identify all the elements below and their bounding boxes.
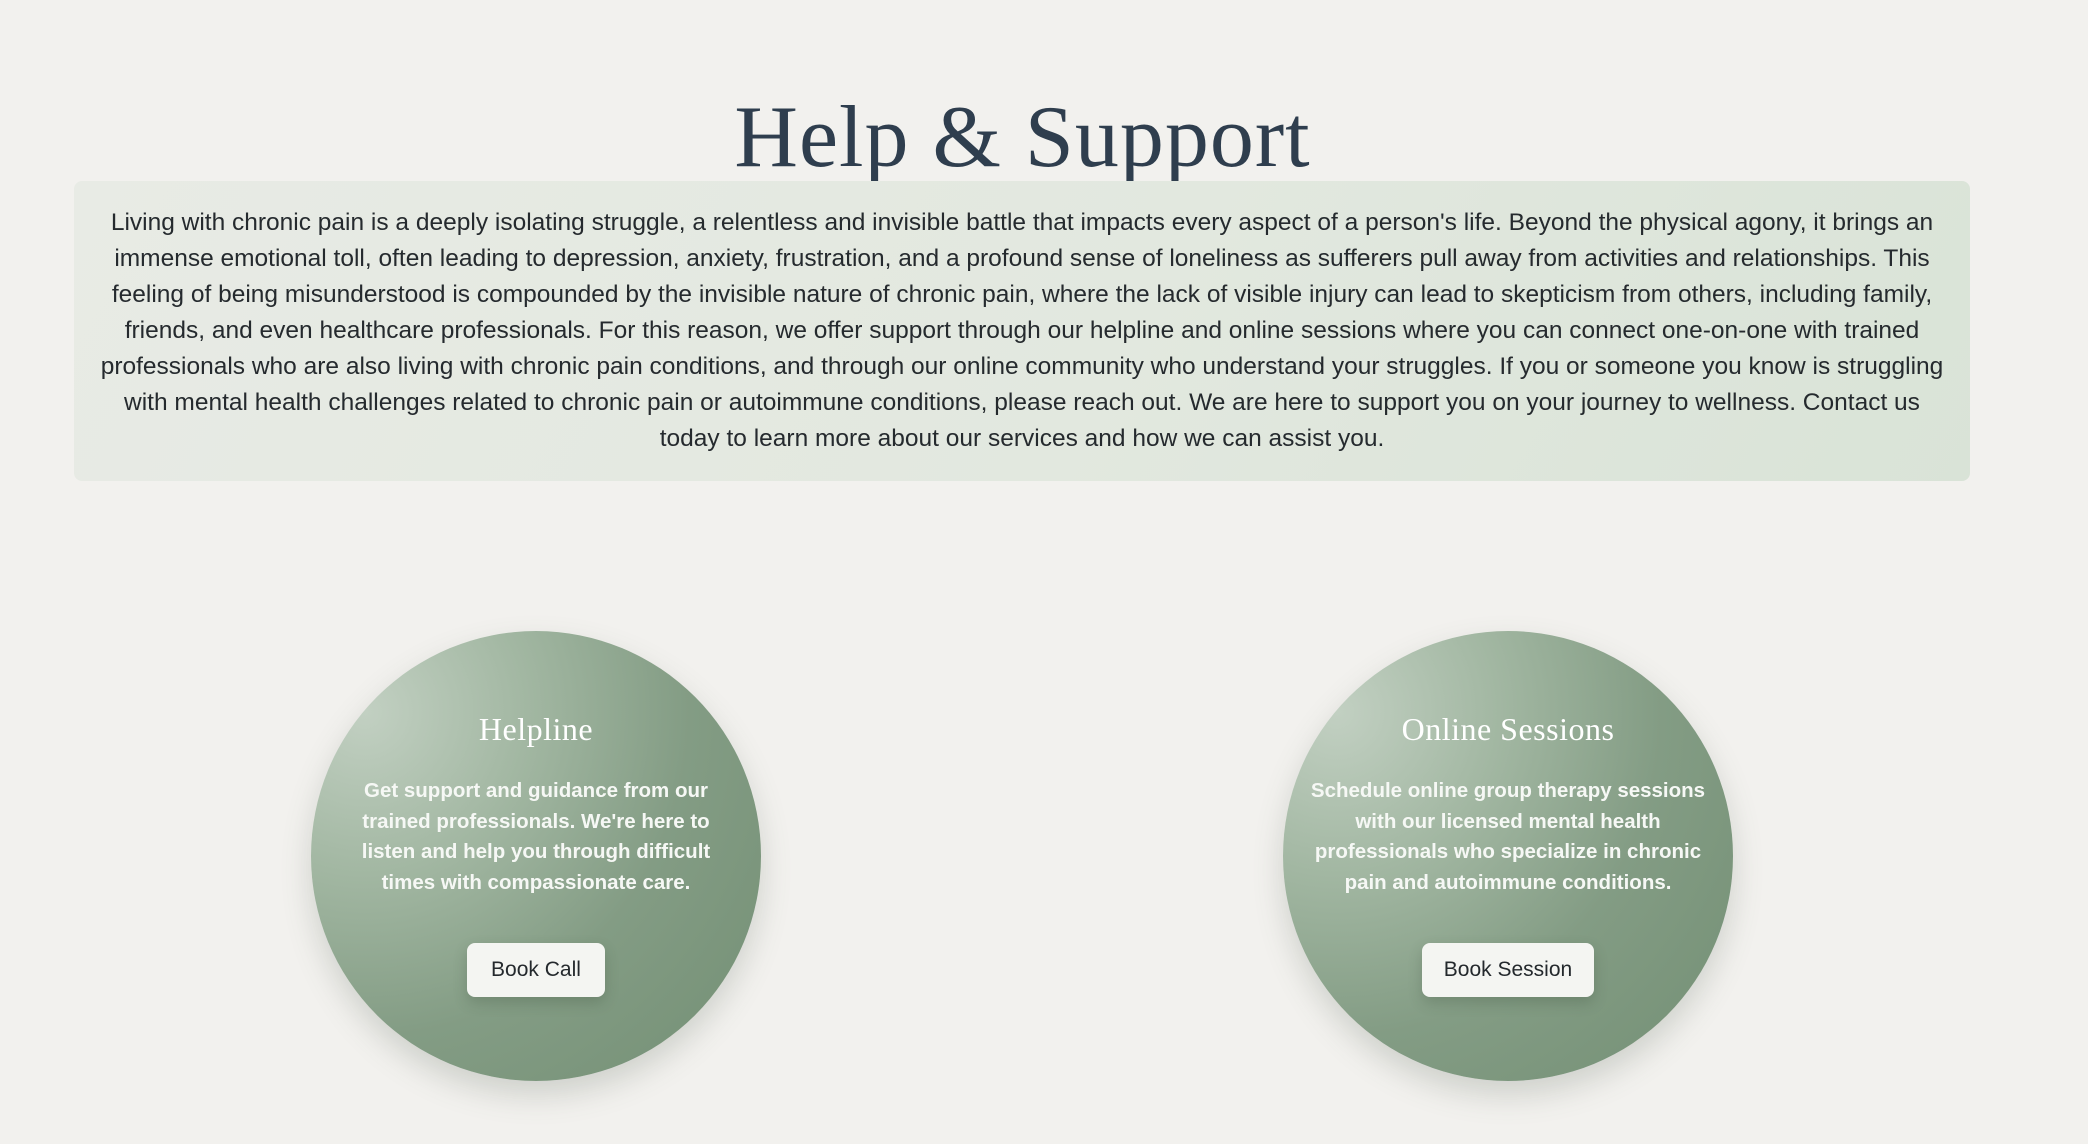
book-call-button[interactable]: Book Call	[467, 943, 605, 997]
online-sessions-card: Online Sessions Schedule online group th…	[1283, 631, 1733, 1081]
intro-panel: Living with chronic pain is a deeply iso…	[74, 181, 1970, 481]
helpline-card: Helpline Get support and guidance from o…	[311, 631, 761, 1081]
online-sessions-title: Online Sessions	[1401, 711, 1615, 747]
helpline-title: Helpline	[478, 711, 594, 747]
online-sessions-description: Schedule online group therapy sessions w…	[1310, 779, 1706, 894]
page-title: Help & Support	[734, 88, 1311, 186]
intro-text: Living with chronic pain is a deeply iso…	[100, 209, 1944, 452]
helpline-description: Get support and guidance from our traine…	[361, 779, 711, 894]
book-session-button[interactable]: Book Session	[1422, 943, 1594, 997]
